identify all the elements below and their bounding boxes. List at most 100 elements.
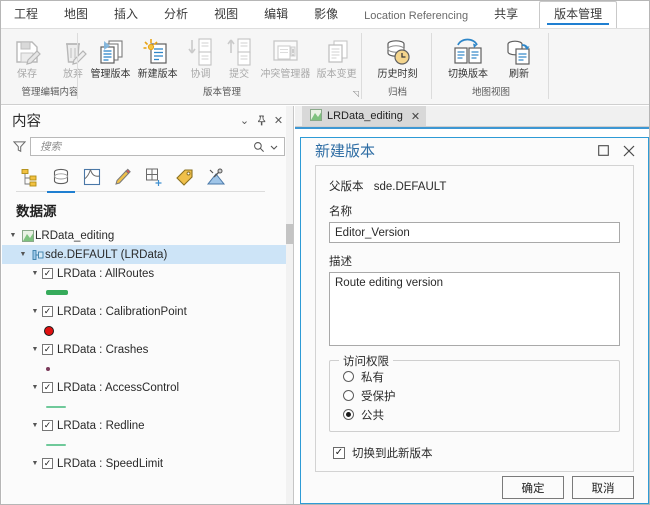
tree-node-layer-speedlimit[interactable]: ▼ ✓ LRData : SpeedLimit [2,454,293,473]
ribbon-tab-location-referencing[interactable]: Location Referencing [351,6,481,28]
ribbon-panel: 保存 放弃 管理编辑内容 [1,28,650,105]
ribbon-tab-project[interactable]: 工程 [1,1,51,28]
contents-pane: 内容 ⌄ ✕ [2,106,294,505]
access-option-private[interactable]: 私有 [330,367,619,386]
ok-button[interactable]: 确定 [502,476,564,499]
ribbon-tab-imagery[interactable]: 影像 [301,1,351,28]
contents-tree: ▼ LRData_editing ▼ [2,226,293,473]
dialog-body: 父版本 sde.DEFAULT 名称 描述 访问权限 私有 受保护 [315,165,634,472]
ribbon-tab-insert[interactable]: 插入 [101,1,151,28]
list-by-labeling-icon[interactable] [173,165,197,189]
history-moment-label: 历史时刻 [378,69,418,81]
expand-arrow-icon[interactable]: ▼ [28,346,42,353]
description-label: 描述 [329,253,620,269]
expand-arrow-icon[interactable]: ▼ [28,308,42,315]
radio-protected-icon[interactable] [343,390,354,401]
expand-arrow-icon[interactable]: ▼ [28,422,42,429]
pane-pin-icon[interactable] [253,112,270,129]
version-changes-icon [321,35,353,69]
line-symbol [46,406,66,408]
pane-close-icon[interactable]: ✕ [270,112,287,129]
access-option-protected[interactable]: 受保护 [330,386,619,405]
access-option-public[interactable]: 公共 [330,405,619,424]
refresh-button[interactable]: 刷新 [496,32,542,81]
access-option-public-label: 公共 [361,407,384,423]
layer-checkbox-allroutes[interactable]: ✓ [42,268,53,279]
list-by-data-source-icon[interactable] [49,165,73,189]
search-input[interactable] [38,140,251,154]
tree-node-layer-crashes[interactable]: ▼ ✓ LRData : Crashes [2,340,293,359]
expand-arrow-icon[interactable]: ▼ [6,232,20,239]
database-connection-icon [30,249,45,261]
version-changes-button[interactable]: 版本变更 [312,32,361,81]
layer-checkbox-calibrationpoint[interactable]: ✓ [42,306,53,317]
ribbon-tab-view[interactable]: 视图 [201,1,251,28]
version-description-textarea[interactable] [329,272,620,346]
pane-menu-icon[interactable]: ⌄ [236,112,253,129]
contents-scrollbar-thumb[interactable] [286,224,293,244]
save-edits-button[interactable]: 保存 [4,32,50,81]
version-name-input[interactable] [329,222,620,243]
ribbon-group-map-view: 切换版本 [436,29,546,105]
magnifier-icon[interactable] [251,141,267,153]
ribbon-tab-versioning[interactable]: 版本管理 [539,1,617,28]
conflict-manager-button[interactable]: 冲突管理器 [258,32,312,81]
ribbon-tab-edit[interactable]: 编辑 [251,1,301,28]
list-by-snapping-icon[interactable] [142,165,166,189]
layer-checkbox-speedlimit[interactable]: ✓ [42,458,53,469]
layer-symbol-accesscontrol [2,397,293,416]
dialog-title-bar[interactable]: 新建版本 [301,138,648,163]
expand-arrow-icon[interactable]: ▼ [16,251,30,258]
switch-to-version-checkbox[interactable]: ✓ [333,447,345,459]
tree-node-layer-redline[interactable]: ▼ ✓ LRData : Redline [2,416,293,435]
post-button[interactable]: 提交 [220,32,259,81]
layer-checkbox-redline[interactable]: ✓ [42,420,53,431]
point-symbol [44,326,54,336]
tree-node-database[interactable]: ▼ sde.DEFAULT (LRData) [2,245,293,264]
tree-node-layer-calibrationpoint[interactable]: ▼ ✓ LRData : CalibrationPoint [2,302,293,321]
expand-arrow-icon[interactable]: ▼ [28,270,42,277]
layer-symbol-redline [2,435,293,454]
tree-node-layer-label: LRData : AllRoutes [57,268,154,280]
ribbon-tab-analysis[interactable]: 分析 [151,1,201,28]
layer-checkbox-accesscontrol[interactable]: ✓ [42,382,53,393]
search-box[interactable] [30,137,285,156]
chevron-down-icon[interactable] [267,142,281,152]
conflict-manager-label: 冲突管理器 [260,69,310,81]
versioning-dialog-launcher-icon[interactable]: ◹ [353,88,359,100]
access-permission-group: 访问权限 私有 受保护 公共 [329,360,620,432]
reconcile-button[interactable]: 协调 [181,32,220,81]
contents-scrollbar[interactable] [286,106,293,505]
list-by-selection-icon[interactable] [80,165,104,189]
switch-to-version-row[interactable]: ✓ 切换到此新版本 [329,445,620,461]
new-version-button[interactable]: 新建版本 [134,32,181,81]
cancel-button[interactable]: 取消 [572,476,634,499]
manage-versions-button[interactable]: 管理版本 [87,32,134,81]
radio-public-icon[interactable] [343,409,354,420]
layer-symbol-calibrationpoint [2,321,293,340]
tree-node-map[interactable]: ▼ LRData_editing [2,226,293,245]
contents-section-title: 数据源 [2,192,293,226]
list-by-editing-icon[interactable] [111,165,135,189]
close-icon[interactable]: ✕ [411,110,420,123]
ribbon-tab-share[interactable]: 共享 [481,1,531,28]
ribbon-tab-map[interactable]: 地图 [51,1,101,28]
maximize-icon[interactable] [590,139,616,163]
tree-node-layer-accesscontrol[interactable]: ▼ ✓ LRData : AccessControl [2,378,293,397]
tree-node-layer-allroutes[interactable]: ▼ ✓ LRData : AllRoutes [2,264,293,283]
list-by-diagram-icon[interactable] [204,165,228,189]
post-icon [223,35,255,69]
filter-icon[interactable] [8,140,30,153]
layer-checkbox-crashes[interactable]: ✓ [42,344,53,355]
change-version-button[interactable]: 切换版本 [440,32,496,81]
post-label: 提交 [229,69,249,81]
document-tab-lrdata-editing[interactable]: LRData_editing ✕ [302,106,426,126]
history-moment-button[interactable]: 历史时刻 [369,32,427,81]
list-by-drawing-order-icon[interactable] [18,165,42,189]
expand-arrow-icon[interactable]: ▼ [28,460,42,467]
point-symbol [46,367,50,371]
radio-private-icon[interactable] [343,371,354,382]
expand-arrow-icon[interactable]: ▼ [28,384,42,391]
tree-node-layer-label: LRData : AccessControl [57,382,179,394]
close-icon[interactable] [616,139,642,163]
